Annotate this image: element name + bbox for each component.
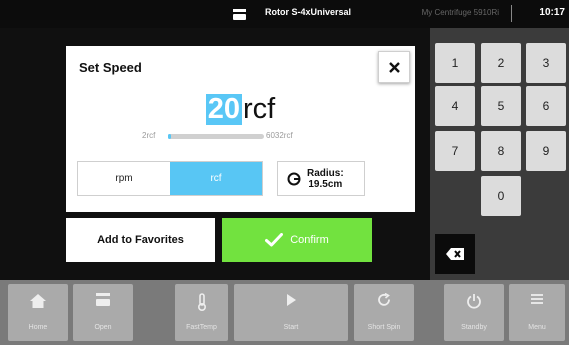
radius-icon bbox=[287, 172, 301, 185]
power-icon bbox=[467, 294, 481, 309]
play-icon bbox=[287, 294, 296, 306]
key-4[interactable]: 4 bbox=[435, 86, 475, 126]
unit-toggle: rpm rcf bbox=[77, 161, 263, 196]
close-button[interactable] bbox=[378, 51, 410, 83]
refresh-icon bbox=[378, 293, 390, 306]
status-divider bbox=[511, 5, 512, 22]
unit-rpm-option[interactable]: rpm bbox=[78, 162, 170, 195]
status-bar: Rotor S-4xUniversal My Centrifuge 5910Ri… bbox=[0, 0, 569, 28]
speed-value-display[interactable]: 20 rcf bbox=[66, 94, 415, 125]
key-3[interactable]: 3 bbox=[526, 43, 566, 83]
speed-unit: rcf bbox=[243, 93, 276, 125]
key-2[interactable]: 2 bbox=[481, 43, 521, 83]
short-spin-button[interactable]: Short Spin bbox=[354, 284, 414, 341]
open-button[interactable]: Open bbox=[73, 284, 133, 341]
key-5[interactable]: 5 bbox=[481, 86, 521, 126]
key-7[interactable]: 7 bbox=[435, 131, 475, 171]
speed-range-bar bbox=[168, 134, 264, 139]
home-icon bbox=[30, 294, 46, 308]
standby-button[interactable]: Standby bbox=[444, 284, 504, 341]
speed-value: 20 bbox=[205, 93, 243, 125]
nav-label-short-spin: Short Spin bbox=[367, 324, 401, 331]
add-to-favorites-button[interactable]: Add to Favorites bbox=[66, 218, 215, 262]
menu-icon bbox=[531, 294, 543, 304]
radius-label: Radius: bbox=[307, 167, 344, 179]
unit-rcf-option[interactable]: rcf bbox=[170, 162, 262, 195]
open-icon bbox=[96, 293, 110, 306]
bottom-nav: Home Open FastTemp Start Short Spin Stan… bbox=[0, 280, 569, 345]
key-8[interactable]: 8 bbox=[481, 131, 521, 171]
nav-label-menu: Menu bbox=[528, 324, 546, 331]
close-icon bbox=[388, 61, 400, 73]
key-0[interactable]: 0 bbox=[481, 176, 521, 216]
nav-label-home: Home bbox=[28, 324, 48, 331]
nav-label-open: Open bbox=[94, 324, 112, 331]
numeric-keypad: 1 2 3 4 5 6 7 8 9 0 bbox=[430, 28, 569, 280]
speed-range-fill bbox=[168, 134, 171, 139]
device-name: My Centrifuge 5910Ri bbox=[421, 8, 499, 17]
confirm-label: Confirm bbox=[290, 234, 329, 246]
confirm-button[interactable]: Confirm bbox=[222, 218, 372, 262]
key-6[interactable]: 6 bbox=[526, 86, 566, 126]
backspace-button[interactable] bbox=[435, 234, 475, 274]
home-button[interactable]: Home bbox=[8, 284, 68, 341]
nav-label-standby: Standby bbox=[461, 324, 487, 331]
fasttemp-button[interactable]: FastTemp bbox=[175, 284, 228, 341]
dialog-title: Set Speed bbox=[79, 60, 142, 75]
menu-button[interactable]: Menu bbox=[509, 284, 565, 341]
clock: 10:17 bbox=[539, 7, 565, 18]
nav-label-start: Start bbox=[283, 324, 299, 331]
checkmark-icon bbox=[265, 233, 284, 247]
key-1[interactable]: 1 bbox=[435, 43, 475, 83]
range-min: 2rcf bbox=[142, 131, 156, 140]
nav-label-fasttemp: FastTemp bbox=[186, 324, 217, 331]
key-9[interactable]: 9 bbox=[526, 131, 566, 171]
thermometer-icon bbox=[197, 293, 206, 311]
range-max: 6032rcf bbox=[266, 131, 293, 140]
set-speed-dialog: Set Speed 20 rcf 2rcf 6032rcf rpm rcf Ra… bbox=[66, 46, 415, 212]
radius-button[interactable]: Radius: 19.5cm bbox=[277, 161, 365, 196]
rotor-icon bbox=[233, 9, 246, 20]
backspace-icon bbox=[446, 248, 464, 260]
start-button[interactable]: Start bbox=[234, 284, 348, 341]
rotor-name: Rotor S-4xUniversal bbox=[265, 7, 352, 17]
radius-value: 19.5cm bbox=[308, 178, 343, 190]
